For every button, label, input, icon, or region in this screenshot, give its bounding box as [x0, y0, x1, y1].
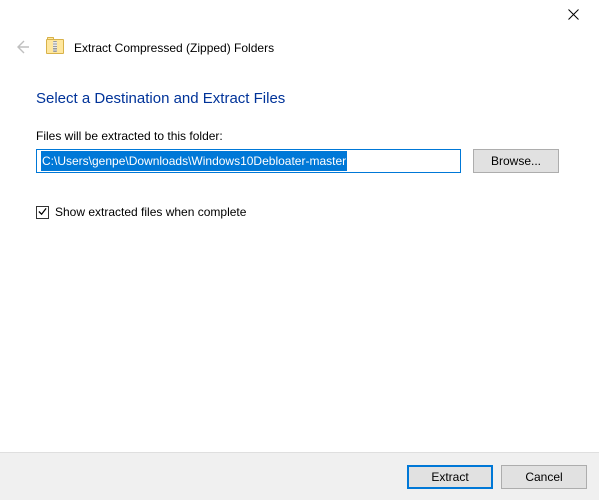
titlebar — [0, 0, 599, 32]
instruction-heading: Select a Destination and Extract Files — [36, 90, 563, 107]
cancel-button[interactable]: Cancel — [501, 465, 587, 489]
close-icon — [568, 9, 579, 23]
back-button[interactable] — [10, 36, 34, 60]
path-row: C:\Users\genpe\Downloads\Windows10Debloa… — [36, 149, 563, 173]
destination-path-input[interactable]: C:\Users\genpe\Downloads\Windows10Debloa… — [36, 149, 461, 173]
path-selected-text: C:\Users\genpe\Downloads\Windows10Debloa… — [41, 151, 347, 171]
browse-button[interactable]: Browse... — [473, 149, 559, 173]
extract-button[interactable]: Extract — [407, 465, 493, 489]
footer: Extract Cancel — [0, 452, 599, 500]
show-files-row: Show extracted files when complete — [36, 205, 563, 219]
check-icon — [38, 205, 47, 219]
window-title: Extract Compressed (Zipped) Folders — [74, 41, 274, 55]
show-files-label: Show extracted files when complete — [55, 205, 246, 219]
close-button[interactable] — [553, 2, 593, 30]
zip-folder-icon — [46, 37, 64, 59]
content-area: Select a Destination and Extract Files F… — [0, 72, 599, 219]
wizard-window: Extract Compressed (Zipped) Folders Sele… — [0, 0, 599, 500]
show-files-checkbox[interactable] — [36, 206, 49, 219]
header: Extract Compressed (Zipped) Folders — [0, 32, 599, 72]
arrow-left-icon — [14, 39, 30, 58]
path-label: Files will be extracted to this folder: — [36, 129, 563, 143]
